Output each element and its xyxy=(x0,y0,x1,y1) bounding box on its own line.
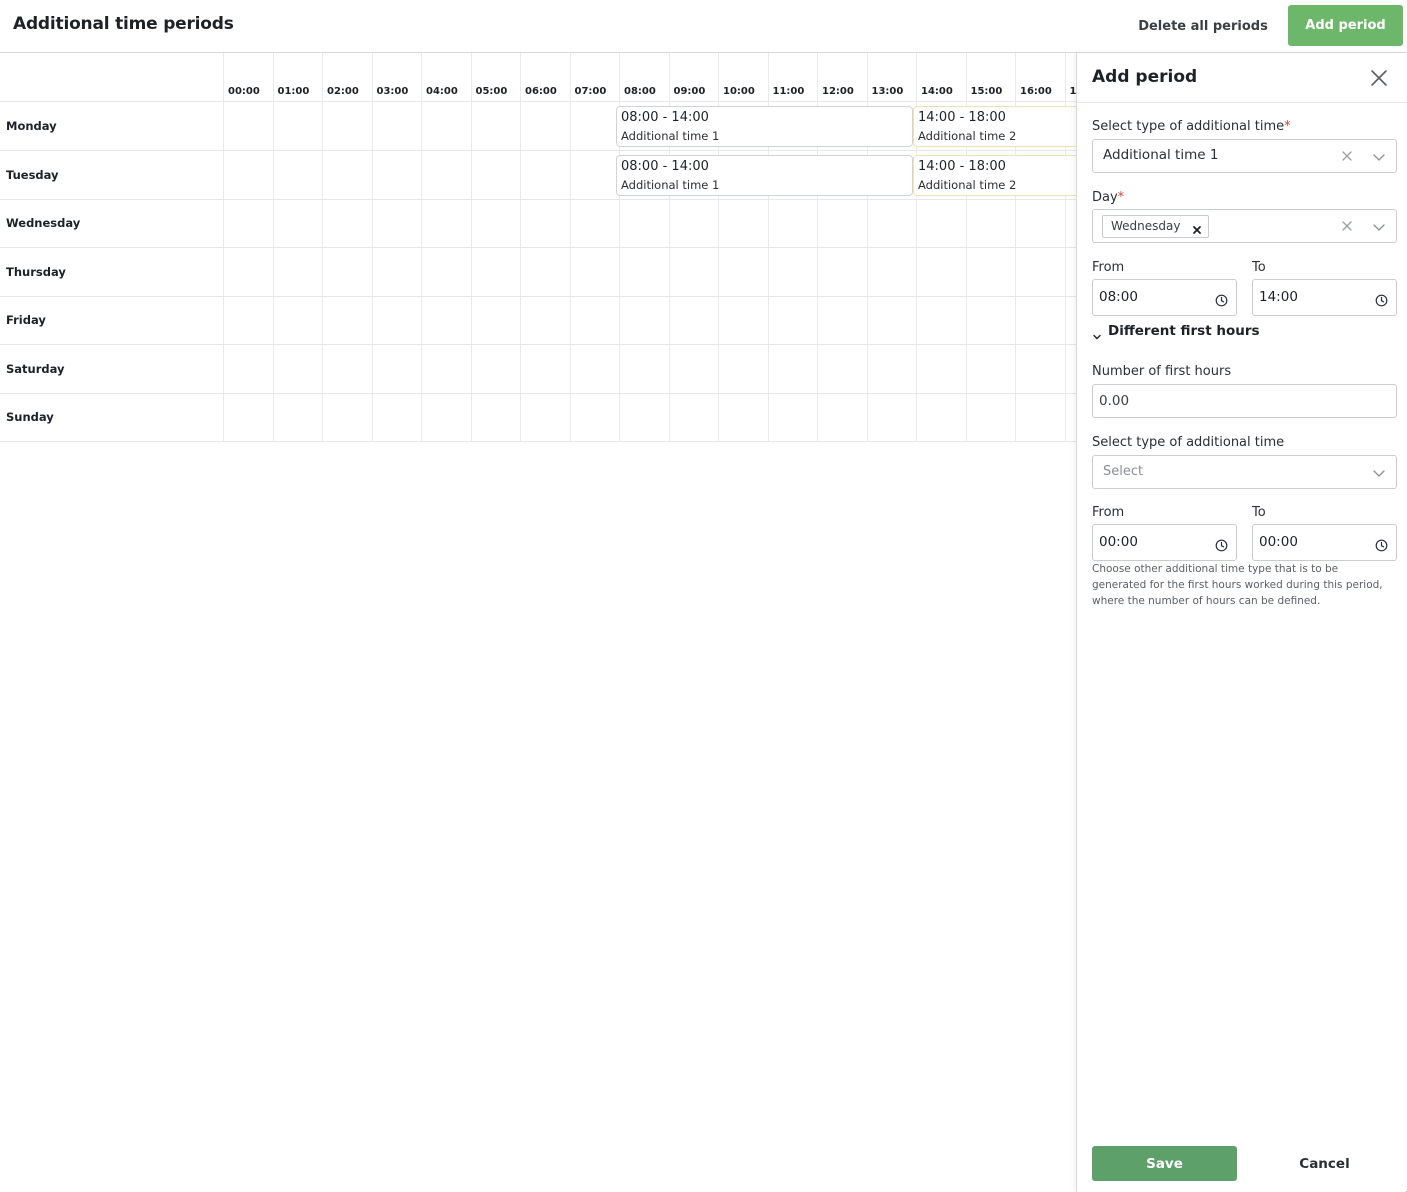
hour-label: 14:00 xyxy=(921,86,953,97)
clock-icon[interactable] xyxy=(1215,292,1228,307)
from2-time-value: 00:00 xyxy=(1099,534,1138,550)
help-text: Choose other additional time type that i… xyxy=(1092,563,1383,607)
day-tag: Wednesday xyxy=(1102,215,1210,238)
period-time: 08:00 - 14:00 xyxy=(621,158,709,174)
period-time: 14:00 - 18:00 xyxy=(918,110,1006,125)
period-time: 14:00 - 18:00 xyxy=(918,158,1006,174)
to-label: To xyxy=(1252,260,1266,275)
day-row: Saturday xyxy=(0,345,1076,394)
from2-time-input[interactable]: 00:00 xyxy=(1092,524,1237,561)
clear-icon[interactable] xyxy=(1339,148,1355,164)
required-mark: * xyxy=(1117,190,1125,205)
chevron-down-icon[interactable] xyxy=(1371,465,1387,481)
resize-handle-icon[interactable] xyxy=(1399,1184,1407,1192)
page-header: Additional time periods Delete all perio… xyxy=(0,0,1407,53)
clock-icon[interactable] xyxy=(1215,537,1228,552)
hour-label: 10:00 xyxy=(723,86,755,97)
first-hours-input[interactable]: 0.00 xyxy=(1092,384,1397,418)
to2-time-value: 00:00 xyxy=(1259,534,1298,550)
period-type: Additional time 1 xyxy=(621,129,720,143)
type2-select-placeholder: Select xyxy=(1103,464,1144,479)
day-label: Friday xyxy=(6,313,46,327)
type-field-label: Select type of additional time* xyxy=(1092,119,1291,134)
type-select[interactable]: Additional time 1 xyxy=(1092,139,1397,173)
hour-label: 00:00 xyxy=(228,86,260,97)
type2-select[interactable]: Select xyxy=(1092,455,1397,489)
add-period-panel: Add period Select type of additional tim… xyxy=(1076,53,1407,1192)
day-tag-label: Wednesday xyxy=(1111,219,1181,233)
day-label: Sunday xyxy=(6,410,54,424)
clock-icon[interactable] xyxy=(1375,537,1388,552)
day-select[interactable]: Wednesday xyxy=(1092,209,1397,243)
day-field-label: Day* xyxy=(1092,190,1124,205)
panel-title: Add period xyxy=(1092,67,1198,87)
to2-time-input[interactable]: 00:00 xyxy=(1252,524,1397,561)
clear-icon[interactable] xyxy=(1339,218,1355,234)
first-hours-label: Number of first hours xyxy=(1092,364,1232,379)
schedule-grid: 00:00 01:00 02:00 03:00 04:00 05:00 06:00 07:00… xyxy=(0,53,1076,443)
from-time-value: 08:00 xyxy=(1099,289,1138,305)
hour-label: 05:00 xyxy=(475,86,508,97)
required-mark: * xyxy=(1284,119,1291,134)
period-block[interactable]: 14:00 - 18:00 Additional time 2 xyxy=(913,154,1076,196)
page-title: Additional time periods xyxy=(13,14,234,34)
day-row: Wednesday xyxy=(0,199,1076,248)
day-label: Thursday xyxy=(6,264,66,279)
close-icon[interactable] xyxy=(1367,66,1391,90)
period-time: 08:00 - 14:00 xyxy=(621,110,709,125)
period-type: Additional time 2 xyxy=(918,177,1017,192)
from2-label: From xyxy=(1092,505,1125,520)
add-period-button[interactable]: Add period xyxy=(1288,5,1403,46)
hour-label: 11:00 xyxy=(772,86,805,97)
hour-label: 04:00 xyxy=(426,86,458,97)
different-first-hours-label: Different first hours xyxy=(1108,323,1260,339)
day-label: Tuesday xyxy=(6,167,59,182)
panel-header: Add period xyxy=(1077,53,1407,103)
chevron-down-icon xyxy=(1092,327,1102,340)
hour-label: 07:00 xyxy=(574,86,607,97)
day-row: Friday xyxy=(0,296,1076,345)
delete-all-periods-button[interactable]: Delete all periods xyxy=(1134,6,1272,46)
type2-field-label: Select type of additional time xyxy=(1092,435,1285,450)
hour-label: 03:00 xyxy=(376,86,409,97)
type-label-text: Select type of additional time xyxy=(1092,119,1285,134)
day-label: Monday xyxy=(6,119,57,133)
first-hours-value: 0.00 xyxy=(1099,393,1130,409)
hour-label: 01:00 xyxy=(277,86,310,97)
hour-label: 02:00 xyxy=(327,86,359,97)
period-block[interactable]: 14:00 - 18:00 Additional time 2 xyxy=(913,106,1076,147)
period-type: Additional time 2 xyxy=(918,129,1017,143)
period-block[interactable]: 08:00 - 14:00 Additional time 1 xyxy=(616,154,913,196)
from-label: From xyxy=(1092,260,1125,275)
hour-label: 06:00 xyxy=(525,86,557,97)
to-time-value: 14:00 xyxy=(1259,289,1298,305)
hour-label: 15:00 xyxy=(970,86,1003,97)
period-type: Additional time 1 xyxy=(621,177,720,192)
hour-label: 13:00 xyxy=(871,86,904,97)
clock-icon[interactable] xyxy=(1375,292,1388,307)
tag-remove-icon[interactable] xyxy=(1192,221,1202,234)
period-block[interactable]: 08:00 - 14:00 Additional time 1 xyxy=(616,106,913,147)
cancel-button[interactable]: Cancel xyxy=(1267,1146,1382,1181)
to2-label: To xyxy=(1252,505,1266,520)
chevron-down-icon[interactable] xyxy=(1371,219,1387,235)
from-time-input[interactable]: 08:00 xyxy=(1092,279,1237,316)
day-row: Sunday xyxy=(0,393,1076,442)
save-button[interactable]: Save xyxy=(1092,1146,1237,1181)
day-label: Saturday xyxy=(6,361,65,376)
hour-label: 09:00 xyxy=(673,86,706,97)
hour-label: 16:00 xyxy=(1020,86,1052,97)
to-time-input[interactable]: 14:00 xyxy=(1252,279,1397,316)
type-select-value: Additional time 1 xyxy=(1103,147,1219,163)
chevron-down-icon[interactable] xyxy=(1371,149,1387,165)
day-label-text: Day xyxy=(1092,190,1118,205)
day-label: Wednesday xyxy=(6,216,81,230)
day-row: Thursday xyxy=(0,248,1076,297)
hour-label: 08:00 xyxy=(624,86,656,97)
hour-label: 12:00 xyxy=(822,86,854,97)
